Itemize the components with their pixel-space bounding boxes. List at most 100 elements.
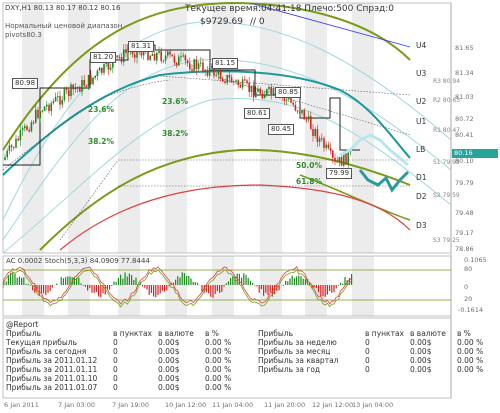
report-cell: 0.00 % bbox=[205, 365, 232, 374]
candle-body bbox=[52, 101, 55, 104]
price-box: 80.85 bbox=[275, 87, 302, 98]
candle-body bbox=[35, 109, 37, 123]
candle-body bbox=[292, 102, 294, 105]
candle-body bbox=[48, 104, 50, 111]
report-cell: Прибыль за 2011.01.11 bbox=[6, 365, 98, 374]
time-tick: 6 Jan 2011 bbox=[4, 401, 39, 409]
report-header: в % bbox=[457, 329, 471, 338]
candle-body bbox=[70, 84, 72, 97]
candle-body bbox=[46, 104, 48, 107]
report-cell: Прибыль за 2011.01.12 bbox=[6, 356, 98, 365]
candle-body bbox=[257, 88, 259, 92]
price-box: 81.31 bbox=[128, 41, 155, 52]
report-header: в пунктах bbox=[113, 329, 152, 338]
pivot-tag-r2: R2 80.63 bbox=[433, 97, 461, 104]
candle-body bbox=[125, 49, 127, 53]
oscillator-label: AC 0.0002 Stoch(5,3,3) 84.0909 77.8444 bbox=[6, 257, 150, 265]
candle-body bbox=[226, 75, 228, 83]
candle-body bbox=[217, 69, 220, 75]
candle-body bbox=[83, 79, 85, 86]
report-cell: 0 bbox=[365, 338, 370, 347]
candle-body bbox=[288, 98, 290, 100]
candle-body bbox=[321, 138, 323, 140]
time-tick: 11 Jan 04:00 bbox=[212, 401, 254, 409]
price-tick: 79.48 bbox=[455, 209, 474, 217]
candle-body bbox=[76, 87, 79, 89]
report-cell: Прибыль за месяц bbox=[258, 347, 331, 356]
candle-body bbox=[118, 56, 121, 58]
candle-body bbox=[120, 57, 123, 62]
candle-body bbox=[314, 129, 316, 137]
candle-body bbox=[4, 157, 6, 160]
candle-body bbox=[184, 55, 187, 61]
level-label-u2: U2 bbox=[416, 97, 427, 106]
symbol-ohlc-label: DXY,H1 80.13 80.17 80.12 80.16 bbox=[5, 4, 121, 12]
candle-body bbox=[123, 49, 125, 62]
time-tick: 10 Jan 12:00 bbox=[165, 401, 207, 409]
level-label-d2: D2 bbox=[416, 192, 427, 201]
candle-body bbox=[169, 51, 171, 55]
candle-body bbox=[325, 144, 327, 148]
report-cell: 0.00 % bbox=[457, 347, 484, 356]
candle-body bbox=[266, 89, 268, 95]
candle-body bbox=[24, 126, 26, 129]
report-cell: 0 bbox=[113, 365, 118, 374]
candle-body bbox=[28, 129, 30, 132]
candle-body bbox=[270, 86, 272, 94]
candle-body bbox=[98, 67, 101, 71]
candle-body bbox=[50, 103, 52, 111]
candle-body bbox=[255, 91, 257, 98]
report-cell: 0 bbox=[365, 347, 370, 356]
pivot-tag-r1: R1 80.47 bbox=[433, 127, 461, 134]
report-cell: Прибыль за квартал bbox=[258, 356, 339, 365]
candle-body bbox=[241, 79, 244, 88]
pivot-tag-s1: S1 79.93 bbox=[433, 159, 460, 166]
pivots-note: pivots80.3 bbox=[5, 31, 42, 39]
candle-body bbox=[13, 147, 15, 149]
candle-body bbox=[222, 78, 224, 82]
osc-tick: 0 bbox=[464, 283, 469, 291]
session-band bbox=[165, 256, 187, 316]
candle-body bbox=[134, 54, 136, 58]
report-cell: 0 bbox=[113, 374, 118, 383]
candle-body bbox=[26, 126, 28, 130]
candle-body bbox=[92, 77, 94, 85]
report-header: в валюте bbox=[410, 329, 446, 338]
candle-body bbox=[235, 80, 237, 82]
candle-body bbox=[156, 52, 158, 61]
candle-body bbox=[72, 84, 74, 90]
report-cell: 0.00 % bbox=[205, 374, 232, 383]
candle-body bbox=[109, 67, 112, 70]
candle-body bbox=[347, 152, 349, 165]
osc-tick: 80 bbox=[464, 265, 473, 273]
account-balance: $9729.69 bbox=[200, 17, 243, 27]
osc-tick: 0.1065 bbox=[464, 256, 487, 264]
candle-body bbox=[87, 74, 90, 87]
fib-level-label: 38.2% bbox=[162, 129, 189, 138]
report-cell: 0 bbox=[365, 365, 370, 374]
report-cell: 0.00 % bbox=[205, 338, 232, 347]
candle-body bbox=[151, 54, 154, 56]
report-cell: 0.00 % bbox=[205, 347, 232, 356]
report-cell: 0.00 % bbox=[205, 356, 232, 365]
report-header: в валюте bbox=[158, 329, 194, 338]
candle-body bbox=[164, 55, 167, 61]
candle-body bbox=[116, 55, 118, 57]
candle-body bbox=[318, 138, 321, 142]
candle-body bbox=[305, 119, 308, 121]
report-cell: 0 bbox=[113, 356, 118, 365]
candle-body bbox=[197, 63, 200, 70]
balance-suffix: // 0 bbox=[250, 17, 265, 27]
chart-window: DXY,H1 80.13 80.17 80.12 80.16 Нормальны… bbox=[0, 0, 500, 413]
fib-level-label: 23.6% bbox=[162, 97, 189, 106]
report-header: в % bbox=[205, 329, 219, 338]
session-band bbox=[305, 3, 327, 253]
report-cell: 0.00$ bbox=[158, 383, 180, 392]
candle-body bbox=[310, 116, 312, 130]
candle-body bbox=[259, 88, 261, 94]
candle-body bbox=[142, 51, 145, 56]
report-cell: 0.00$ bbox=[410, 338, 432, 347]
fib-level-label: 38.2% bbox=[88, 137, 115, 146]
time-tick: 11 Jan 20:00 bbox=[264, 401, 306, 409]
candle-body bbox=[140, 52, 143, 56]
